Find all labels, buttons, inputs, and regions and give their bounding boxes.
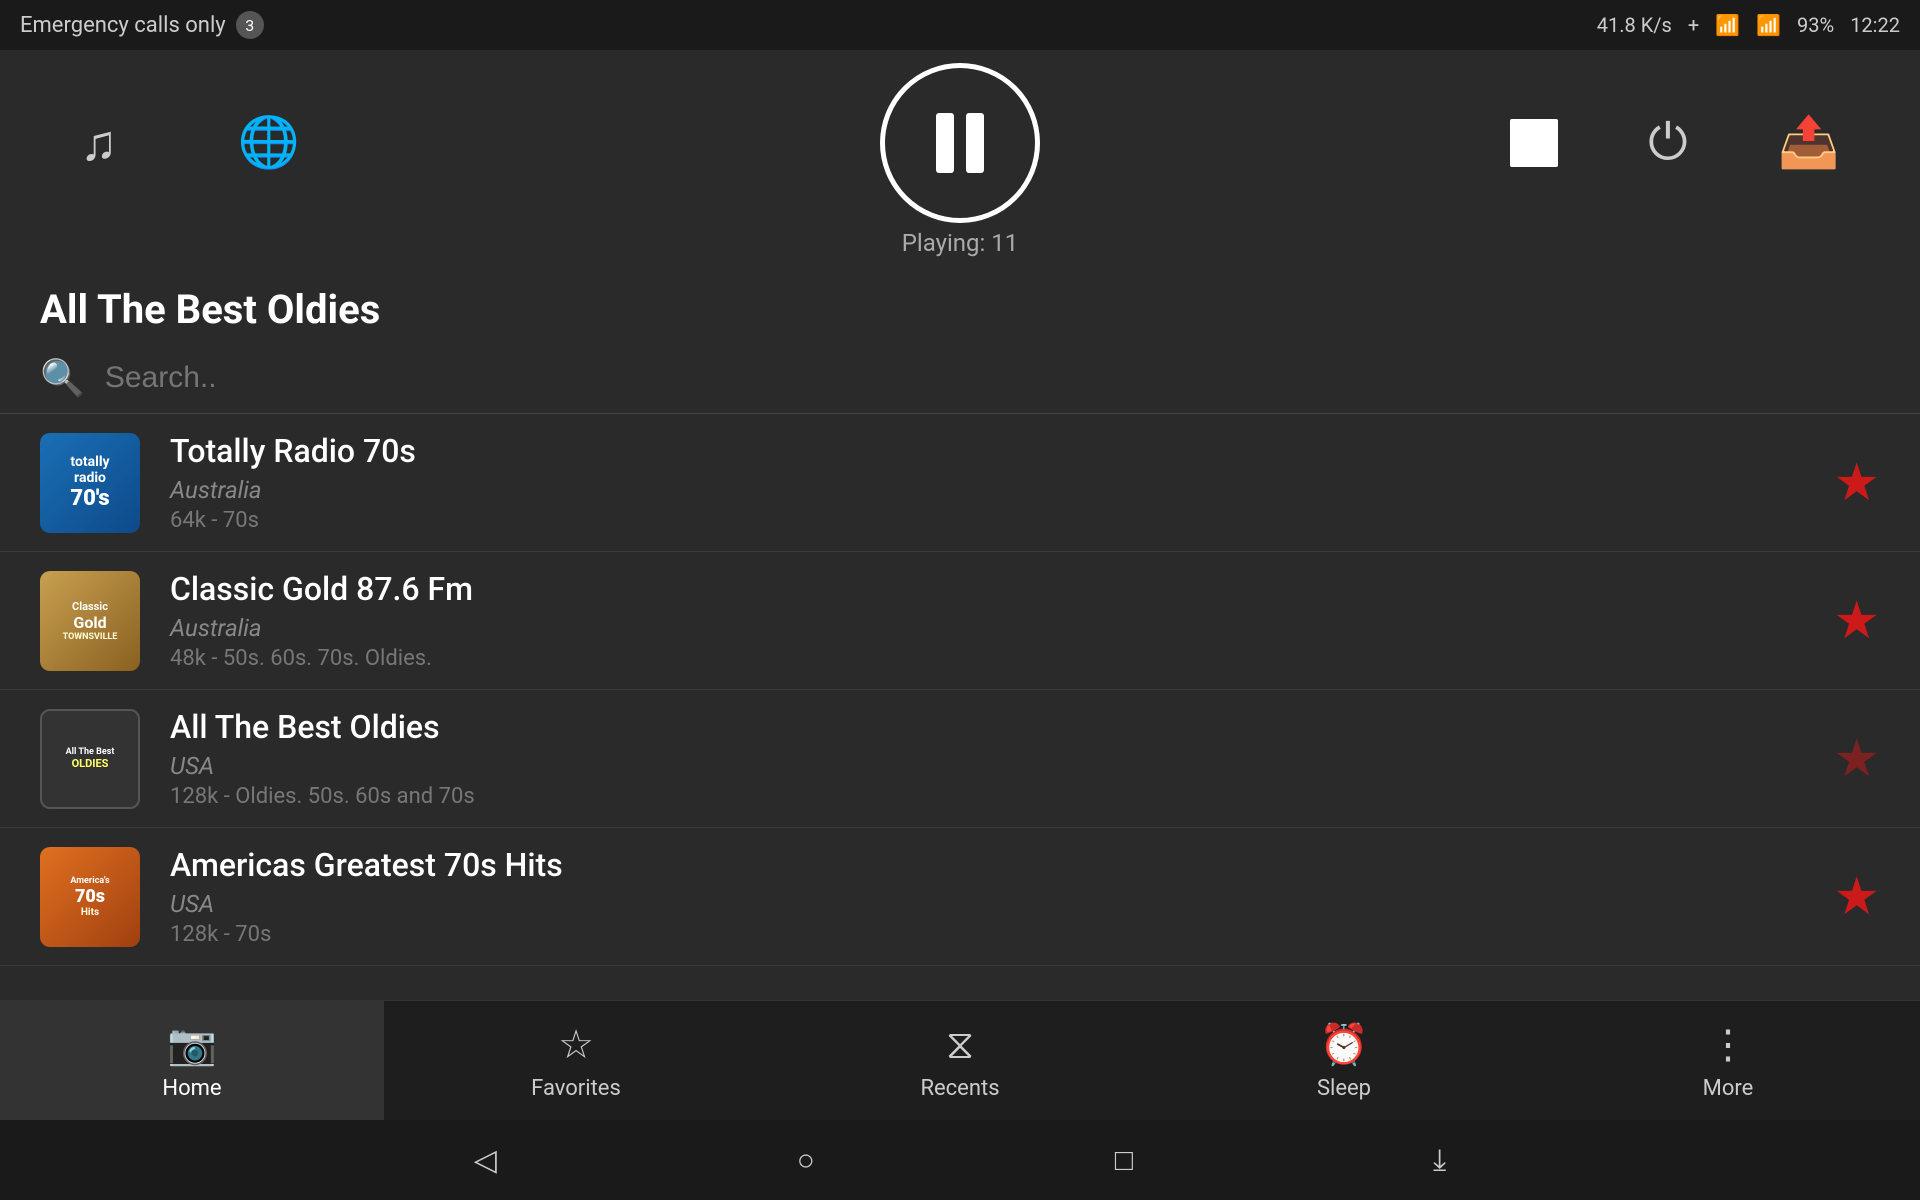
time-text: 12:22: [1850, 13, 1900, 37]
player-controls: ♫ 🌐 ⏻ 📤: [0, 63, 1920, 223]
search-icon: 🔍: [40, 357, 85, 399]
station-item[interactable]: America's 70s Hits Americas Greatest 70s…: [0, 828, 1920, 966]
bluetooth-icon: +: [1688, 13, 1699, 37]
nav-label-recents: Recents: [920, 1076, 999, 1101]
more-icon: ⋮: [1708, 1021, 1748, 1068]
station-info: Totally Radio 70s Australia 64k - 70s: [170, 432, 1803, 533]
station-info: Americas Greatest 70s Hits USA 128k - 70…: [170, 846, 1803, 947]
status-bar: Emergency calls only 3 41.8 K/s + 📶 📶 93…: [0, 0, 1920, 50]
nav-label-home: Home: [162, 1076, 221, 1101]
nav-item-recents[interactable]: ⧖ Recents: [768, 1001, 1152, 1120]
player-bar: ♫ 🌐 ⏻ 📤 Playing: 11: [0, 50, 1920, 270]
emergency-text: Emergency calls only: [20, 13, 226, 38]
station-name: Classic Gold 87.6 Fm: [170, 570, 1803, 608]
download-button[interactable]: ⤓: [1433, 1143, 1446, 1178]
search-input[interactable]: [105, 361, 1880, 395]
station-country: Australia: [170, 614, 1803, 642]
station-thumb: totally radio 70's: [40, 433, 140, 533]
station-thumb: America's 70s Hits: [40, 847, 140, 947]
globe-icon[interactable]: 🌐: [238, 114, 300, 172]
station-meta: 128k - Oldies. 50s. 60s and 70s: [170, 784, 1803, 809]
favorite-button[interactable]: ★: [1833, 728, 1880, 789]
recents-button[interactable]: □: [1115, 1143, 1133, 1178]
station-country: USA: [170, 752, 1803, 780]
favorite-button[interactable]: ★: [1833, 452, 1880, 513]
music-note-icon[interactable]: ♫: [80, 114, 118, 173]
system-nav-bar: ◁ ○ □ ⤓: [0, 1120, 1920, 1200]
favorites-icon: ☆: [558, 1021, 594, 1068]
home-icon: 📷: [167, 1021, 217, 1068]
pause-icon: [936, 113, 984, 173]
nav-item-favorites[interactable]: ☆ Favorites: [384, 1001, 768, 1120]
nav-label-more: More: [1703, 1076, 1754, 1101]
station-name: Americas Greatest 70s Hits: [170, 846, 1803, 884]
station-country: USA: [170, 890, 1803, 918]
station-item[interactable]: Classic Gold TOWNSVILLE Classic Gold 87.…: [0, 552, 1920, 690]
station-thumb: Classic Gold TOWNSVILLE: [40, 571, 140, 671]
nav-item-sleep[interactable]: ⏰ Sleep: [1152, 1001, 1536, 1120]
station-meta: 64k - 70s: [170, 508, 1803, 533]
station-meta: 48k - 50s. 60s. 70s. Oldies.: [170, 646, 1803, 671]
station-country: Australia: [170, 476, 1803, 504]
signal-icon: 📶: [1715, 13, 1740, 37]
share-button[interactable]: 📤: [1778, 114, 1840, 172]
now-playing-text: Playing: 11: [902, 229, 1019, 257]
station-info: Classic Gold 87.6 Fm Australia 48k - 50s…: [170, 570, 1803, 671]
page-title: All The Best Oldies: [0, 270, 1920, 343]
status-right: 41.8 K/s + 📶 📶 93% 12:22: [1597, 13, 1900, 37]
station-item[interactable]: All The Best OLDIES All The Best Oldies …: [0, 690, 1920, 828]
sleep-icon: ⏰: [1319, 1021, 1369, 1068]
favorite-button[interactable]: ★: [1833, 590, 1880, 651]
ctrl-right: ⏻ 📤: [1510, 114, 1840, 172]
nav-label-favorites: Favorites: [531, 1076, 621, 1101]
station-name: All The Best Oldies: [170, 708, 1803, 746]
pause-button[interactable]: [880, 63, 1040, 223]
ctrl-left: ♫ 🌐: [80, 114, 300, 173]
station-item[interactable]: totally radio 70's Totally Radio 70s Aus…: [0, 414, 1920, 552]
station-info: All The Best Oldies USA 128k - Oldies. 5…: [170, 708, 1803, 809]
stop-button[interactable]: [1510, 119, 1558, 167]
search-bar: 🔍: [0, 343, 1920, 414]
battery-text: 93%: [1797, 13, 1834, 37]
bottom-nav: 📷 Home ☆ Favorites ⧖ Recents ⏰ Sleep ⋮ M…: [0, 1000, 1920, 1120]
wifi-icon: 📶: [1756, 13, 1781, 37]
speed-text: 41.8 K/s: [1597, 13, 1672, 37]
nav-label-sleep: Sleep: [1317, 1076, 1371, 1101]
pause-bar-left: [936, 113, 954, 173]
power-button[interactable]: ⏻: [1648, 114, 1688, 172]
recents-icon: ⧖: [946, 1021, 974, 1068]
favorite-button[interactable]: ★: [1833, 866, 1880, 927]
home-button[interactable]: ○: [797, 1143, 815, 1178]
status-left: Emergency calls only 3: [20, 11, 264, 39]
nav-item-home[interactable]: 📷 Home: [0, 1001, 384, 1120]
pause-bar-right: [966, 113, 984, 173]
nav-item-more[interactable]: ⋮ More: [1536, 1001, 1920, 1120]
emergency-badge: 3: [236, 11, 264, 39]
station-meta: 128k - 70s: [170, 922, 1803, 947]
station-thumb: All The Best OLDIES: [40, 709, 140, 809]
back-button[interactable]: ◁: [474, 1143, 497, 1178]
station-name: Totally Radio 70s: [170, 432, 1803, 470]
